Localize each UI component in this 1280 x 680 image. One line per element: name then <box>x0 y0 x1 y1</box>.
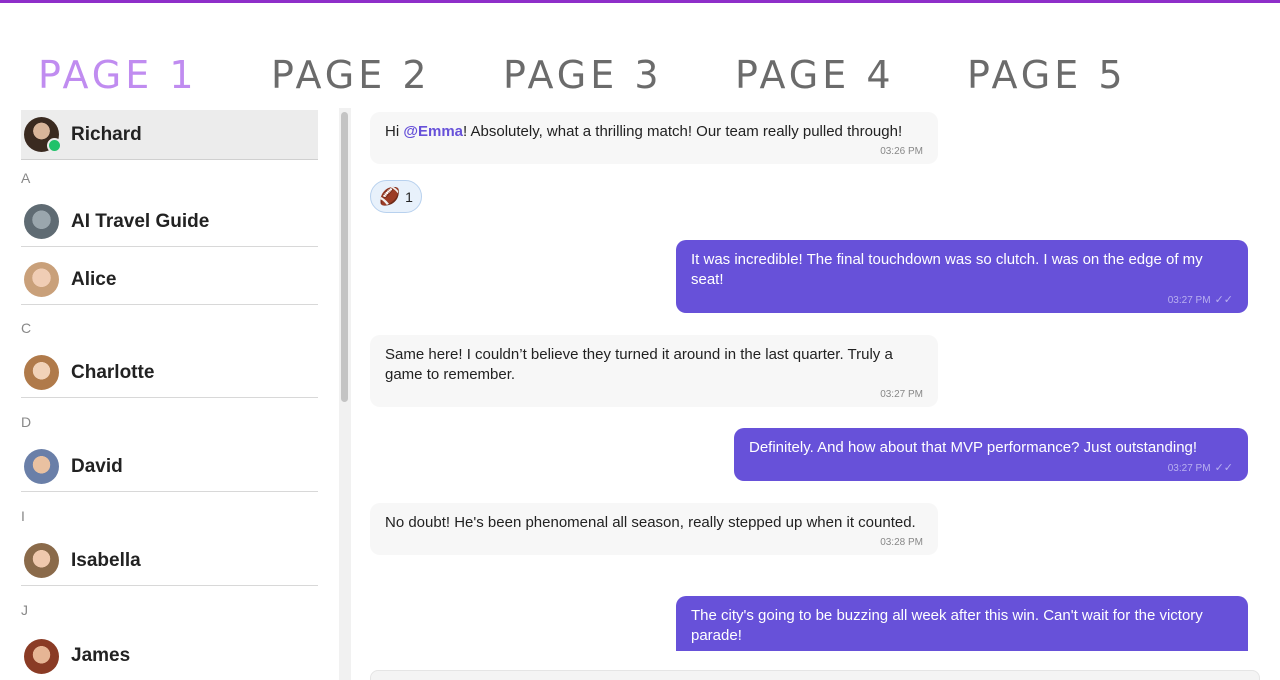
contact-item-david[interactable]: David <box>21 442 318 492</box>
avatar <box>24 262 59 297</box>
message-time: 03:27 PM <box>1167 295 1211 306</box>
message-outgoing: The city's going to be buzzing all week … <box>676 596 1248 651</box>
read-receipt-icon: ✓✓ <box>1214 462 1233 474</box>
message-incoming: Hi @Emma! Absolutely, what a thrilling m… <box>370 112 938 164</box>
message-outgoing: It was incredible! The final touchdown w… <box>676 240 1248 313</box>
contacts-sidebar: Richard A AI Travel Guide Alice C Charlo… <box>0 108 340 680</box>
mention-link[interactable]: @Emma <box>403 123 463 140</box>
message-incoming: No doubt! He's been phenomenal all seaso… <box>370 503 938 555</box>
avatar <box>24 638 59 674</box>
message-time-row: 03:27 PM ✓✓ <box>749 462 1233 475</box>
sidebar-scrollbar-thumb[interactable] <box>341 112 348 402</box>
read-receipt-icon: ✓✓ <box>1214 294 1233 306</box>
contact-name: Isabella <box>71 549 141 571</box>
tab-page-1[interactable]: PAGE 1 <box>38 53 198 97</box>
tab-page-2[interactable]: PAGE 2 <box>271 53 431 97</box>
message-outgoing: Definitely. And how about that MVP perfo… <box>734 428 1248 481</box>
message-text: Same here! I couldn’t believe they turne… <box>385 346 893 383</box>
message-time-row: 03:27 PM ✓✓ <box>691 294 1233 307</box>
contact-item-richard[interactable]: Richard <box>21 110 318 160</box>
contact-item-alice[interactable]: Alice <box>21 255 318 305</box>
tab-page-4[interactable]: PAGE 4 <box>735 53 895 97</box>
message-text: Definitely. And how about that MVP perfo… <box>749 439 1198 456</box>
group-letter-a: A <box>21 170 31 186</box>
contact-item-isabella[interactable]: Isabella <box>21 536 318 586</box>
avatar <box>24 355 59 390</box>
message-time: 03:27 PM <box>1167 463 1211 474</box>
tab-page-3[interactable]: PAGE 3 <box>503 53 663 97</box>
group-letter-i: I <box>21 508 25 524</box>
avatar <box>24 543 59 578</box>
group-letter-d: D <box>21 414 32 430</box>
football-icon: 🏈 <box>379 186 401 206</box>
page-tabs: PAGE 1 PAGE 2 PAGE 3 PAGE 4 PAGE 5 <box>0 3 1280 108</box>
group-letter-c: C <box>21 320 32 336</box>
message-text: The city's going to be buzzing all week … <box>691 607 1203 644</box>
message-text: ! Absolutely, what a thrilling match! Ou… <box>463 123 903 140</box>
message-text-prefix: Hi <box>385 123 404 140</box>
message-composer[interactable] <box>370 670 1260 680</box>
contact-name: Alice <box>71 268 117 290</box>
avatar <box>24 117 62 153</box>
avatar <box>24 204 59 239</box>
contact-name: AI Travel Guide <box>71 210 210 232</box>
contact-name: Richard <box>71 123 142 145</box>
reaction-badge[interactable]: 🏈 1 <box>370 180 422 213</box>
avatar <box>24 449 59 484</box>
message-text: No doubt! He's been phenomenal all seaso… <box>385 514 916 531</box>
chat-panel: Hi @Emma! Absolutely, what a thrilling m… <box>352 108 1280 680</box>
online-status-dot <box>47 138 62 153</box>
group-letter-j: J <box>21 602 28 618</box>
message-time: 03:28 PM <box>880 537 923 548</box>
message-time: 03:26 PM <box>880 146 923 157</box>
tab-page-5[interactable]: PAGE 5 <box>967 53 1127 97</box>
message-text: It was incredible! The final touchdown w… <box>691 251 1203 288</box>
contact-item-charlotte[interactable]: Charlotte <box>21 348 318 398</box>
contact-item-james[interactable]: James <box>21 631 318 680</box>
contact-name: James <box>71 645 131 666</box>
contact-item-ai-travel-guide[interactable]: AI Travel Guide <box>21 197 318 247</box>
reaction-count: 1 <box>405 188 413 205</box>
contact-name: David <box>71 455 123 477</box>
message-incoming: Same here! I couldn’t believe they turne… <box>370 335 938 407</box>
message-time: 03:27 PM <box>880 389 923 400</box>
contact-name: Charlotte <box>71 361 155 383</box>
